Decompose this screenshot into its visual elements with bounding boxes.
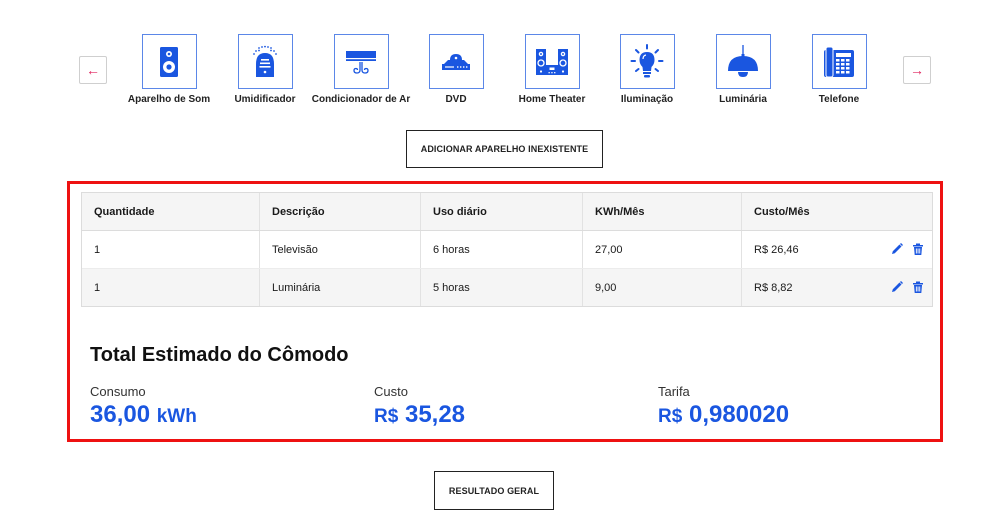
metric-value: R$ 0,980020 bbox=[658, 401, 789, 429]
totals-title: Total Estimado do Cômodo bbox=[90, 344, 349, 366]
metric-custo: Custo R$ 35,28 bbox=[374, 384, 465, 429]
device-label: Umidificador bbox=[234, 94, 296, 105]
arrow-right-icon: → bbox=[910, 62, 924, 78]
table-row: 1 Televisão 6 horas 27,00 R$ 26,46 bbox=[82, 230, 932, 269]
device-carousel: ← Aparelho de Som Umidificador Condicion… bbox=[0, 34, 984, 114]
device-tile[interactable] bbox=[619, 34, 675, 89]
cell-quantidade: 1 bbox=[82, 268, 260, 306]
speaker-icon bbox=[160, 46, 178, 77]
device-tile[interactable] bbox=[428, 34, 484, 89]
device-iluminacao[interactable]: Iluminação bbox=[592, 34, 702, 105]
telephone-icon bbox=[824, 46, 854, 77]
header-uso-diario: Uso diário bbox=[420, 193, 583, 231]
device-telefone[interactable]: Telefone bbox=[784, 34, 894, 105]
humidifier-icon bbox=[253, 45, 277, 77]
custo-value: 35,28 bbox=[404, 401, 466, 428]
dvd-player-icon bbox=[442, 53, 470, 70]
delete-trash-icon[interactable] bbox=[912, 243, 924, 255]
cell-uso-diario: 5 horas bbox=[420, 268, 583, 306]
tarifa-value: 0,980020 bbox=[688, 401, 790, 428]
delete-trash-icon[interactable] bbox=[912, 281, 924, 293]
device-label: Home Theater bbox=[518, 94, 586, 105]
metric-label: Consumo bbox=[90, 384, 146, 399]
device-tile[interactable] bbox=[237, 34, 293, 89]
device-tile[interactable] bbox=[811, 34, 867, 89]
device-umidificador[interactable]: Umidificador bbox=[210, 34, 320, 105]
carousel-prev-button[interactable]: ← bbox=[79, 56, 107, 84]
device-label: Condicionador de Ar bbox=[311, 94, 411, 105]
carousel-next-button[interactable]: → bbox=[903, 56, 931, 84]
table-row: 1 Luminária 5 horas 9,00 R$ 8,82 bbox=[82, 268, 932, 306]
metric-label: Tarifa bbox=[658, 384, 690, 399]
air-conditioner-icon bbox=[346, 50, 376, 74]
home-theater-icon bbox=[536, 48, 568, 75]
device-label: DVD bbox=[445, 94, 467, 105]
edit-pencil-icon[interactable] bbox=[891, 243, 903, 255]
lightbulb-icon bbox=[630, 43, 664, 77]
device-tile[interactable] bbox=[141, 34, 197, 89]
cost-value: R$ 26,46 bbox=[754, 243, 799, 256]
device-home-theater[interactable]: Home Theater bbox=[497, 34, 607, 105]
cell-custo-mes: R$ 26,46 bbox=[741, 230, 932, 269]
consumo-unit: kWh bbox=[156, 406, 197, 427]
metric-value: R$ 35,28 bbox=[374, 401, 465, 429]
cell-uso-diario: 6 horas bbox=[420, 230, 583, 269]
device-aparelho-de-som[interactable]: Aparelho de Som bbox=[114, 34, 224, 105]
cell-custo-mes: R$ 8,82 bbox=[741, 268, 932, 306]
device-luminaria[interactable]: Luminária bbox=[688, 34, 798, 105]
header-quantidade: Quantidade bbox=[82, 193, 260, 231]
device-label: Iluminação bbox=[620, 94, 674, 105]
device-label: Aparelho de Som bbox=[127, 94, 211, 105]
tarifa-prefix: R$ bbox=[658, 406, 683, 427]
pendant-lamp-icon bbox=[728, 44, 758, 77]
metric-label: Custo bbox=[374, 384, 408, 399]
device-dvd[interactable]: DVD bbox=[401, 34, 511, 105]
metric-consumo: Consumo 36,00 kWh bbox=[90, 384, 197, 429]
consumo-value: 36,00 bbox=[90, 401, 151, 428]
cell-descricao: Televisão bbox=[259, 230, 421, 269]
device-label: Telefone bbox=[818, 94, 860, 105]
devices-table: Quantidade Descrição Uso diário KWh/Mês … bbox=[81, 192, 933, 307]
metric-value: 36,00 kWh bbox=[90, 401, 197, 429]
cell-kwh-mes: 9,00 bbox=[582, 268, 742, 306]
cell-descricao: Luminária bbox=[259, 268, 421, 306]
header-descricao: Descrição bbox=[259, 193, 421, 231]
device-condicionador-de-ar[interactable]: Condicionador de Ar bbox=[306, 34, 416, 105]
table-header-row: Quantidade Descrição Uso diário KWh/Mês … bbox=[82, 193, 932, 231]
header-custo-mes: Custo/Mês bbox=[741, 193, 932, 231]
edit-pencil-icon[interactable] bbox=[891, 281, 903, 293]
arrow-left-icon: ← bbox=[86, 62, 100, 78]
device-tile[interactable] bbox=[524, 34, 580, 89]
overall-result-button[interactable]: RESULTADO GERAL bbox=[434, 471, 554, 510]
cell-quantidade: 1 bbox=[82, 230, 260, 269]
header-kwh-mes: KWh/Mês bbox=[582, 193, 742, 231]
device-tile[interactable] bbox=[333, 34, 389, 89]
cost-value: R$ 8,82 bbox=[754, 281, 793, 294]
device-tile[interactable] bbox=[715, 34, 771, 89]
room-summary-panel: Quantidade Descrição Uso diário KWh/Mês … bbox=[67, 181, 943, 442]
add-custom-device-button[interactable]: ADICIONAR APARELHO INEXISTENTE bbox=[406, 130, 603, 168]
device-label: Luminária bbox=[719, 94, 767, 105]
metric-tarifa: Tarifa R$ 0,980020 bbox=[658, 384, 789, 429]
cell-kwh-mes: 27,00 bbox=[582, 230, 742, 269]
custo-prefix: R$ bbox=[374, 406, 399, 427]
